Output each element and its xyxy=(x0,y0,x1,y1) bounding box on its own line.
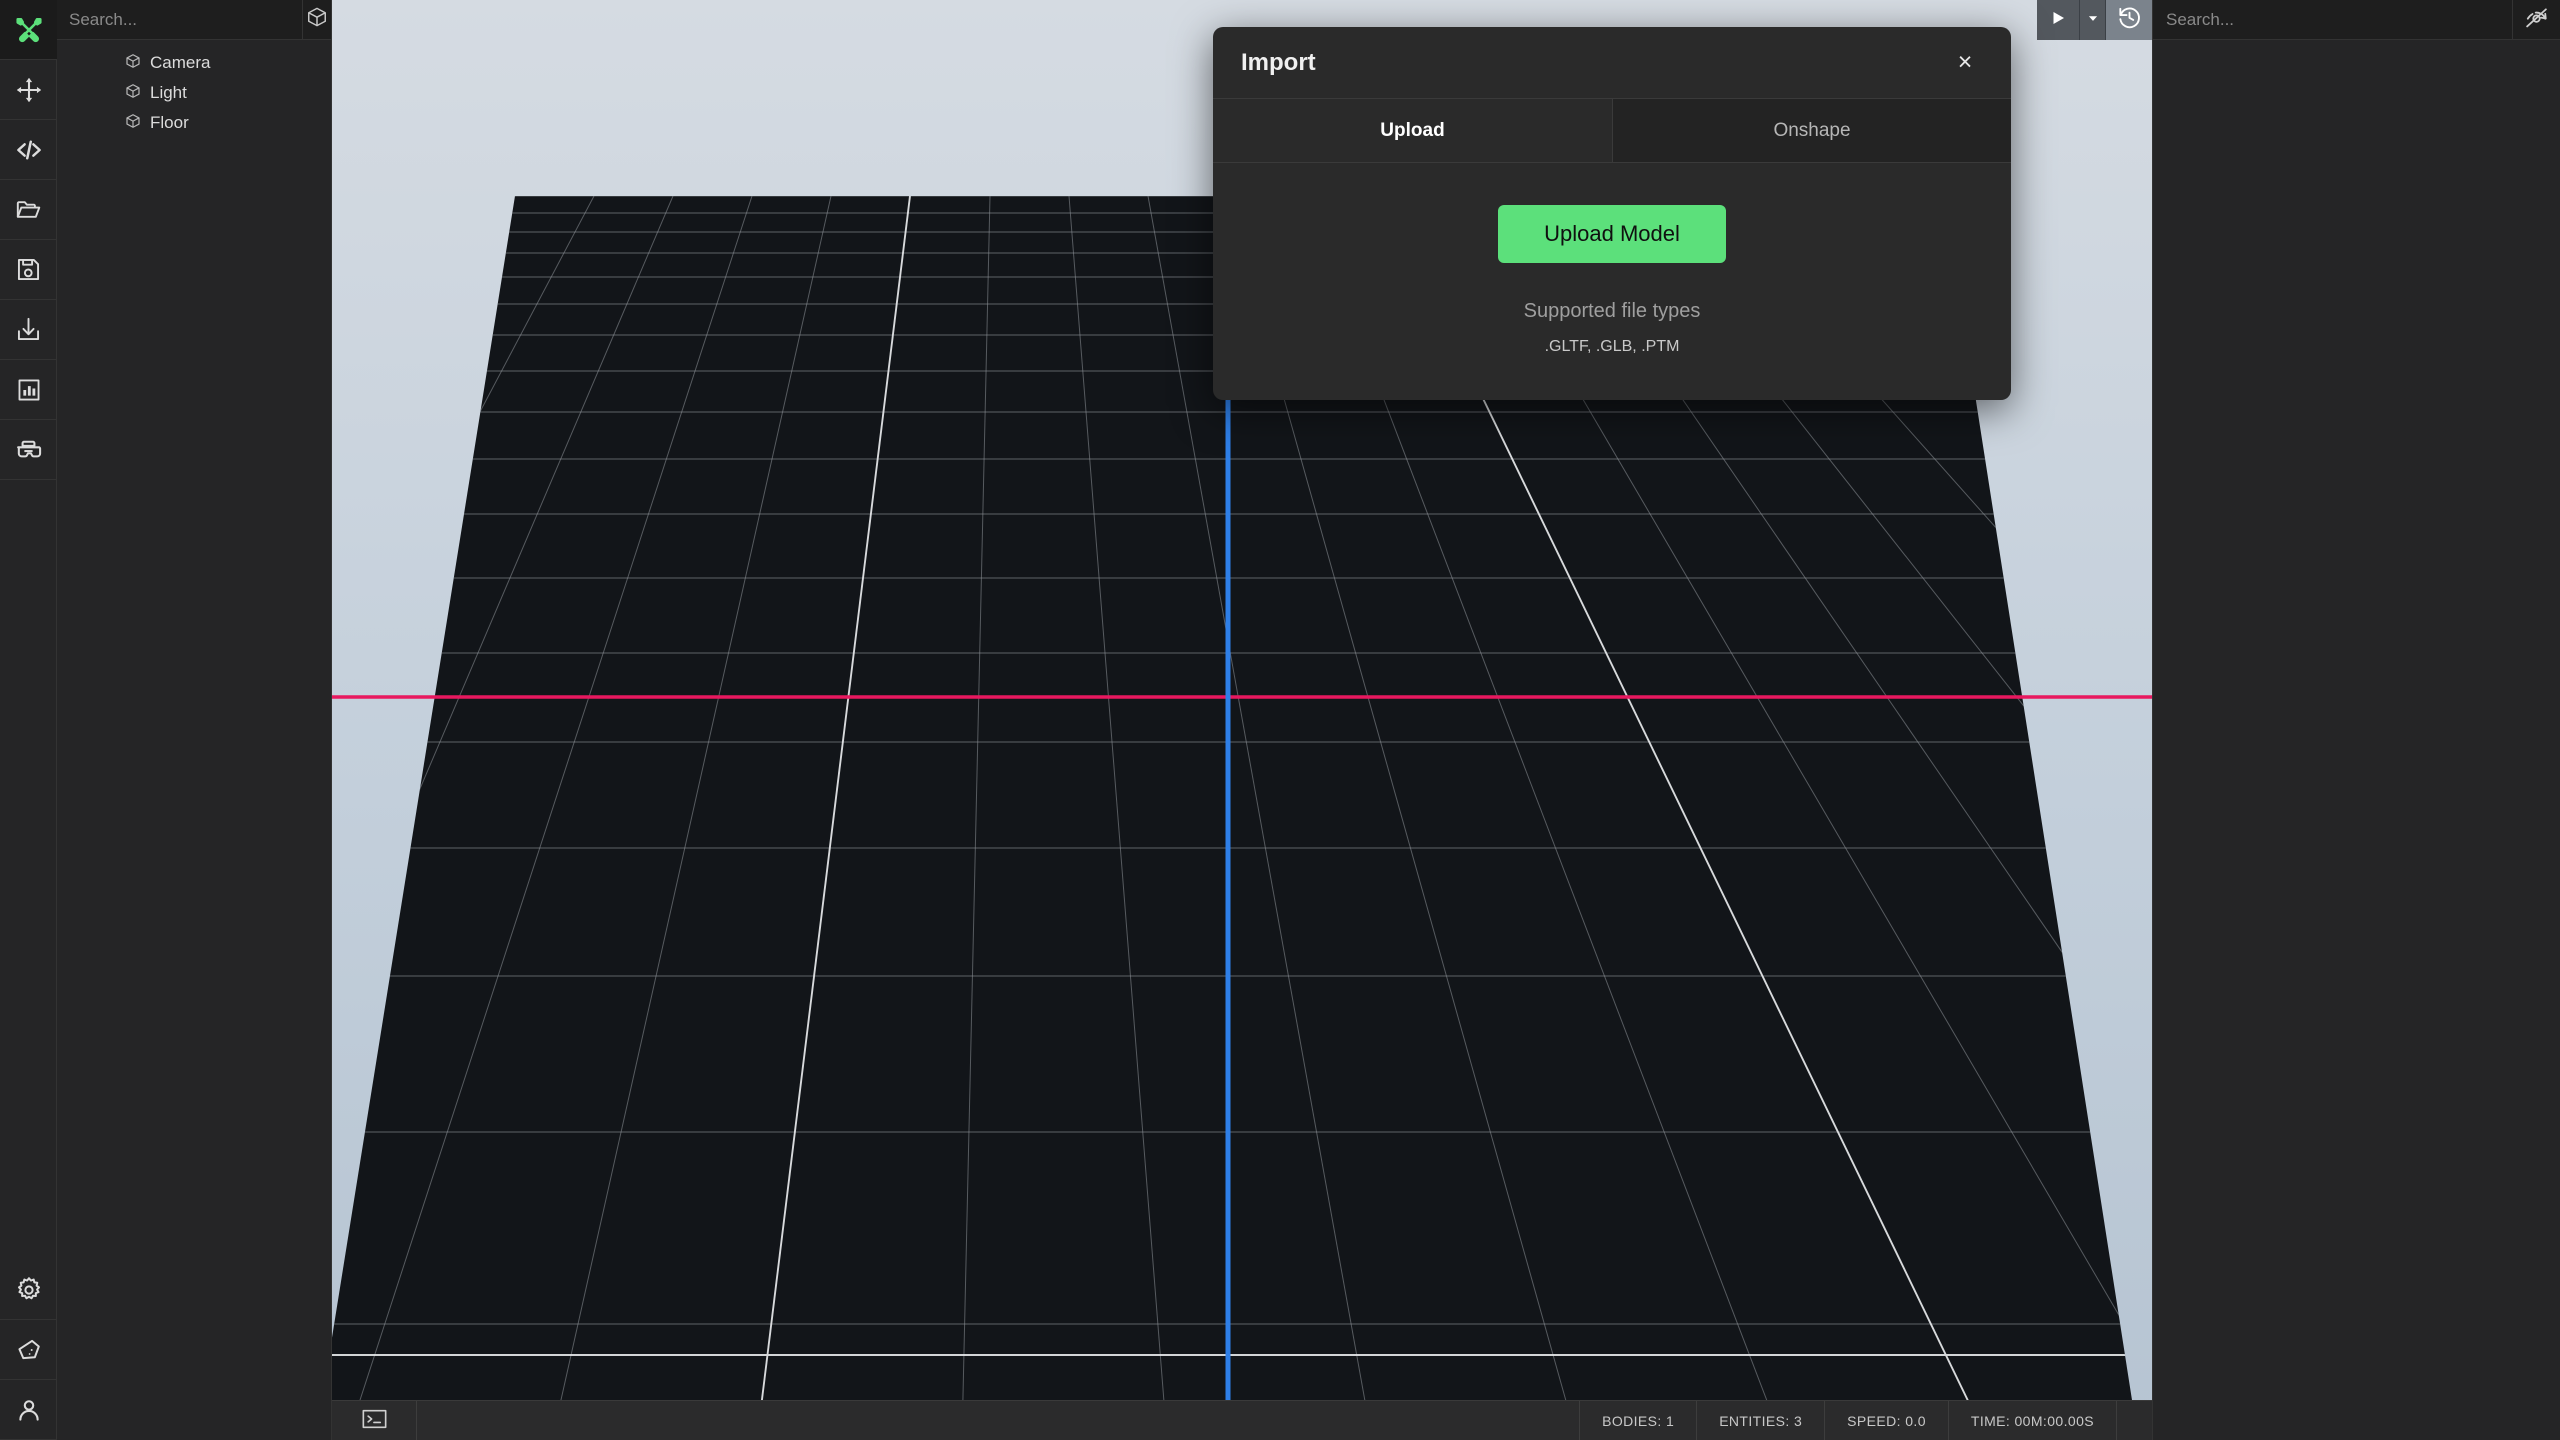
cube-icon xyxy=(306,6,328,33)
left-toolbar xyxy=(0,0,57,1440)
status-bar-endcap xyxy=(2116,1401,2152,1440)
toolbar-item-open[interactable] xyxy=(0,180,57,240)
add-entity-button[interactable] xyxy=(302,0,331,39)
import-dialog-header: Import × xyxy=(1213,27,2011,99)
code-icon xyxy=(14,135,44,165)
toolbar-item-account[interactable] xyxy=(0,1380,57,1440)
hierarchy-panel: Camera Light xyxy=(57,0,332,1440)
folder-icon xyxy=(15,196,42,223)
hierarchy-item-camera[interactable]: Camera xyxy=(57,48,331,78)
inspector-search-input[interactable] xyxy=(2153,0,2512,39)
terminal-toggle-button[interactable] xyxy=(332,1401,417,1440)
inspector-body xyxy=(2153,40,2560,1440)
toolbar-item-shapes[interactable] xyxy=(0,1320,57,1380)
close-icon[interactable]: × xyxy=(1947,45,1983,81)
chart-icon xyxy=(16,377,42,403)
tools-icon xyxy=(14,15,44,45)
supported-file-types-label: Supported file types xyxy=(1523,300,1701,322)
inspector-panel xyxy=(2152,0,2560,1440)
history-reset-icon xyxy=(2117,5,2142,35)
toolbar-item-tools[interactable] xyxy=(0,0,57,60)
hierarchy-search-input[interactable] xyxy=(57,0,302,39)
status-bar: BODIES: 1 ENTITIES: 3 SPEED: 0.0 TIME: 0… xyxy=(332,1400,2152,1440)
cube-icon xyxy=(125,53,141,74)
status-time: TIME: 00M:00.00S xyxy=(1947,1401,2116,1440)
play-icon xyxy=(2049,9,2067,32)
hierarchy-item-floor[interactable]: Floor xyxy=(57,108,331,138)
status-bar-spacer xyxy=(417,1401,1579,1440)
play-button[interactable] xyxy=(2037,0,2080,40)
toolbar-item-save[interactable] xyxy=(0,240,57,300)
toolbar-item-vr[interactable] xyxy=(0,420,57,480)
toggle-visibility-button[interactable] xyxy=(2512,0,2560,39)
supported-file-types-value: .GLTF, .GLB, .PTM xyxy=(1544,338,1680,355)
status-speed: SPEED: 0.0 xyxy=(1824,1401,1948,1440)
cube-icon xyxy=(125,113,141,134)
toolbar-item-analytics[interactable] xyxy=(0,360,57,420)
hierarchy-item-label: Camera xyxy=(150,53,211,72)
upload-model-button[interactable]: Upload Model xyxy=(1498,205,1726,263)
gear-icon xyxy=(15,1276,43,1304)
polygon-icon xyxy=(15,1336,43,1364)
hierarchy-list: Camera Light Floor xyxy=(57,40,331,138)
import-dialog-body: Upload Model Supported file types .GLTF,… xyxy=(1213,163,2011,400)
status-bodies: BODIES: 1 xyxy=(1579,1401,1696,1440)
vr-icon xyxy=(14,435,43,464)
tab-upload[interactable]: Upload xyxy=(1213,99,1612,163)
left-toolbar-top-group xyxy=(0,0,57,480)
hierarchy-header xyxy=(57,0,331,40)
chevron-down-icon xyxy=(2086,11,2100,30)
user-icon xyxy=(15,1396,43,1424)
toolbar-item-settings[interactable] xyxy=(0,1260,57,1320)
toolbar-item-move[interactable] xyxy=(0,60,57,120)
status-entities: ENTITIES: 3 xyxy=(1696,1401,1824,1440)
save-icon xyxy=(15,256,42,283)
left-toolbar-bottom-group xyxy=(0,1260,57,1440)
import-dialog-title: Import xyxy=(1241,48,1316,76)
import-dialog-tabs: Upload Onshape xyxy=(1213,99,2011,163)
eye-off-icon xyxy=(2524,5,2549,35)
toolbar-item-import[interactable] xyxy=(0,300,57,360)
cube-icon xyxy=(125,83,141,104)
app-root: Camera Light xyxy=(0,0,2560,1440)
playback-options-button[interactable] xyxy=(2080,0,2106,40)
hierarchy-item-label: Light xyxy=(150,83,187,102)
import-icon xyxy=(15,316,42,343)
toolbar-item-code[interactable] xyxy=(0,120,57,180)
import-dialog: Import × Upload Onshape Upload Model Sup… xyxy=(1213,27,2011,400)
inspector-header xyxy=(2153,0,2560,40)
playback-controls xyxy=(2037,0,2152,40)
reset-simulation-button[interactable] xyxy=(2106,0,2152,40)
tab-onshape[interactable]: Onshape xyxy=(1612,99,2011,163)
terminal-icon xyxy=(362,1409,387,1432)
hierarchy-item-light[interactable]: Light xyxy=(57,78,331,108)
move-icon xyxy=(15,76,43,104)
viewport-3d[interactable]: BODIES: 1 ENTITIES: 3 SPEED: 0.0 TIME: 0… xyxy=(332,0,2152,1440)
hierarchy-item-label: Floor xyxy=(150,113,189,132)
